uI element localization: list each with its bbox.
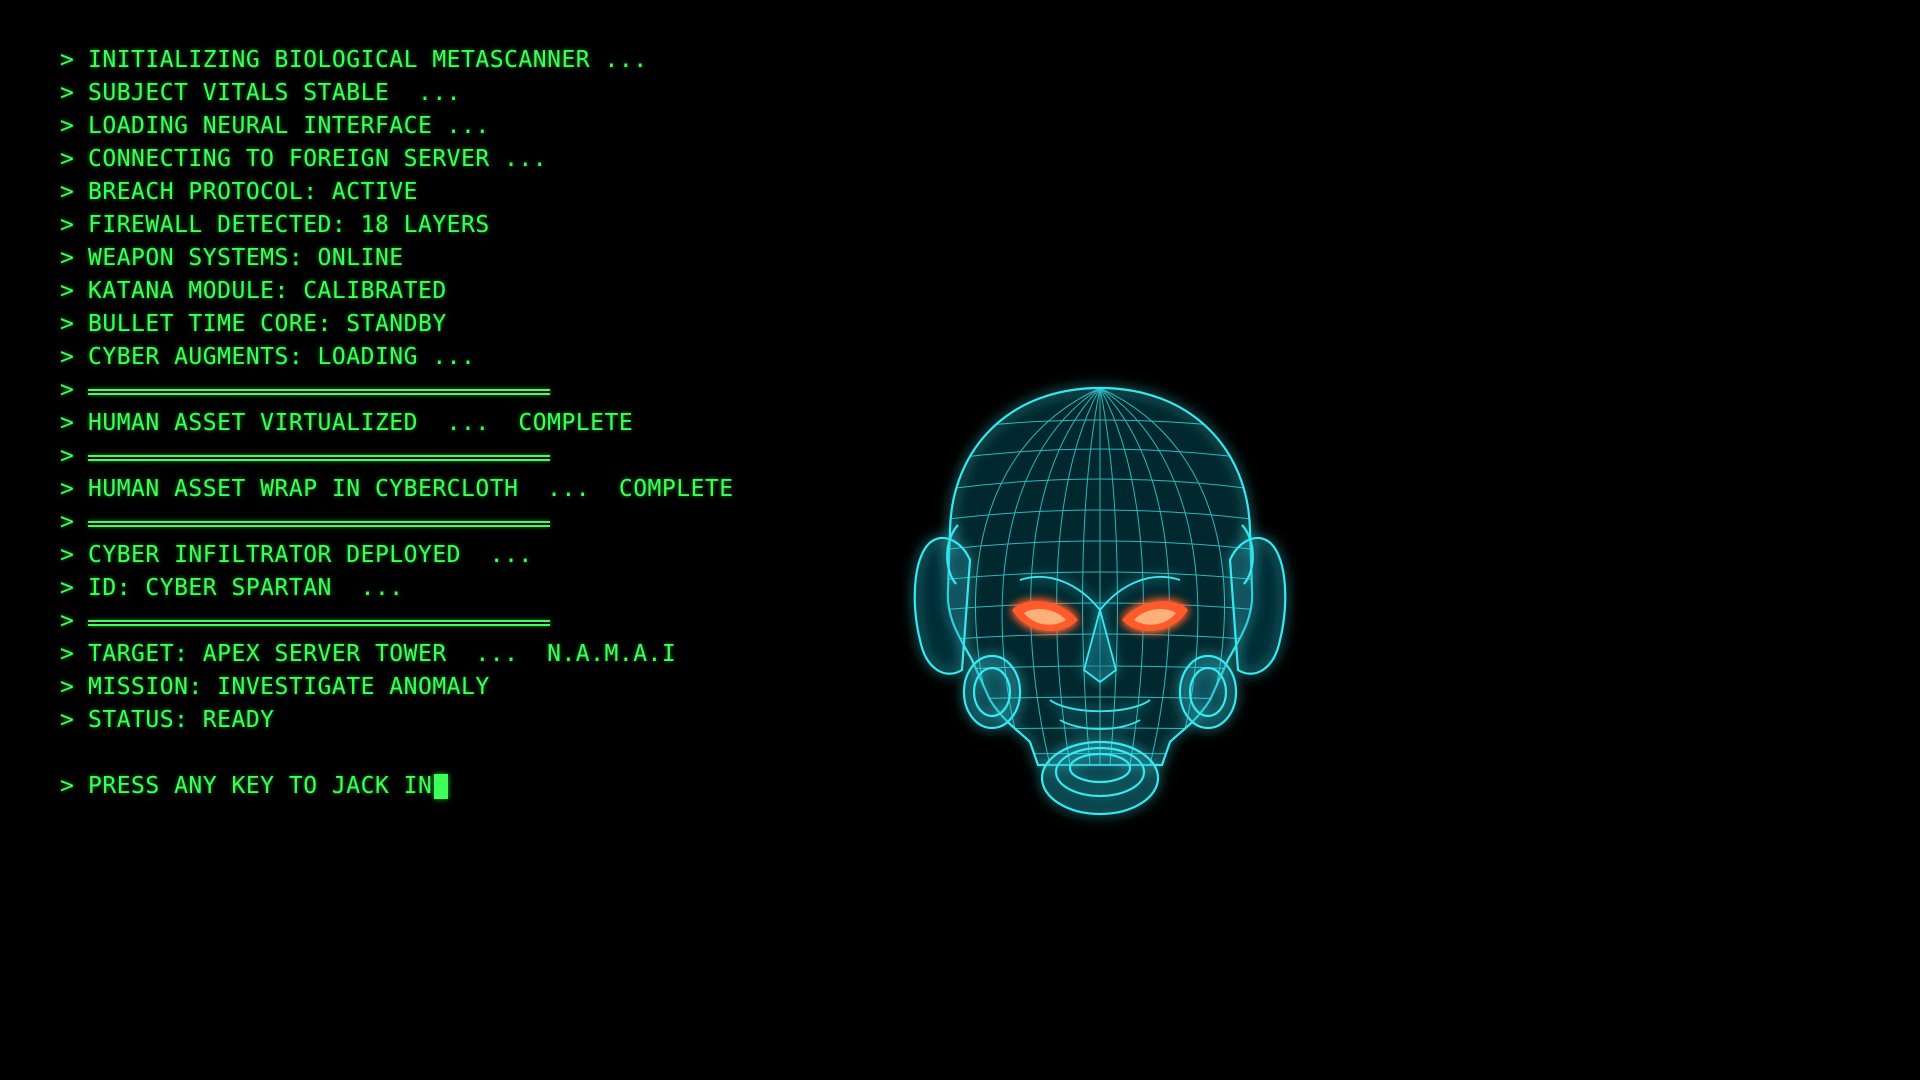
boot-terminal: > INITIALIZING BIOLOGICAL METASCANNER ...…	[60, 44, 900, 803]
prompt-symbol: >	[60, 311, 75, 337]
terminal-divider-line: >	[60, 440, 900, 473]
terminal-line: > LOADING NEURAL INTERFACE ...	[60, 110, 900, 143]
terminal-line: > HUMAN ASSET VIRTUALIZED ... COMPLETE	[60, 407, 900, 440]
mission-text: MISSION: INVESTIGATE ANOMALY	[88, 674, 490, 700]
terminal-line: > STATUS: READY	[60, 704, 900, 737]
prompt-symbol: >	[60, 575, 75, 601]
prompt-symbol: >	[60, 641, 75, 667]
prompt-symbol: >	[60, 212, 75, 238]
line-text: WEAPON SYSTEMS: ONLINE	[88, 245, 404, 271]
game-screen[interactable]: > INITIALIZING BIOLOGICAL METASCANNER ...…	[0, 0, 1920, 1080]
terminal-line: > MISSION: INVESTIGATE ANOMALY	[60, 671, 900, 704]
prompt-symbol: >	[60, 674, 75, 700]
line-text: ID: CYBER SPARTAN ...	[88, 575, 404, 601]
divider	[88, 388, 550, 395]
terminal-spacer	[60, 737, 900, 770]
terminal-line: > CYBER AUGMENTS: LOADING ...	[60, 341, 900, 374]
prompt-symbol: >	[60, 476, 75, 502]
prompt-symbol: >	[60, 773, 75, 799]
terminal-divider-line: >	[60, 374, 900, 407]
prompt-symbol: >	[60, 410, 75, 436]
terminal-line: > BREACH PROTOCOL: ACTIVE	[60, 176, 900, 209]
prompt-symbol: >	[60, 443, 75, 469]
line-text: CYBER INFILTRATOR DEPLOYED ...	[88, 542, 533, 568]
target-text: TARGET: APEX SERVER TOWER ... N.A.M.A.I	[88, 641, 677, 667]
terminal-line: > CONNECTING TO FOREIGN SERVER ...	[60, 143, 900, 176]
terminal-line: > INITIALIZING BIOLOGICAL METASCANNER ...	[60, 44, 900, 77]
terminal-divider-line: >	[60, 605, 900, 638]
line-text: CONNECTING TO FOREIGN SERVER ...	[88, 146, 548, 172]
prompt-symbol: >	[60, 608, 75, 634]
prompt-symbol: >	[60, 80, 75, 106]
line-text: KATANA MODULE: CALIBRATED	[88, 278, 447, 304]
divider	[88, 619, 550, 626]
terminal-line: > ID: CYBER SPARTAN ...	[60, 572, 900, 605]
wireframe-cyber-helmet-icon	[913, 386, 1287, 816]
line-text: INITIALIZING BIOLOGICAL METASCANNER ...	[88, 47, 648, 73]
prompt-symbol: >	[60, 707, 75, 733]
terminal-line: > FIREWALL DETECTED: 18 LAYERS	[60, 209, 900, 242]
prompt-symbol: >	[60, 179, 75, 205]
line-text: BULLET TIME CORE: STANDBY	[88, 311, 447, 337]
blinking-cursor	[434, 774, 449, 799]
prompt-symbol: >	[60, 245, 75, 271]
prompt-symbol: >	[60, 113, 75, 139]
press-key-prompt[interactable]: > PRESS ANY KEY TO JACK IN	[60, 770, 900, 803]
terminal-line: > CYBER INFILTRATOR DEPLOYED ...	[60, 539, 900, 572]
prompt-symbol: >	[60, 377, 75, 403]
terminal-line: > KATANA MODULE: CALIBRATED	[60, 275, 900, 308]
divider	[88, 454, 550, 461]
terminal-line: > BULLET TIME CORE: STANDBY	[60, 308, 900, 341]
line-text: CYBER AUGMENTS: LOADING ...	[88, 344, 476, 370]
prompt-symbol: >	[60, 509, 75, 535]
line-text: LOADING NEURAL INTERFACE ...	[88, 113, 490, 139]
line-text: BREACH PROTOCOL: ACTIVE	[88, 179, 418, 205]
divider	[88, 520, 550, 527]
press-key-text: PRESS ANY KEY TO JACK IN	[88, 773, 433, 799]
prompt-symbol: >	[60, 344, 75, 370]
terminal-line: > HUMAN ASSET WRAP IN CYBERCLOTH ... COMP…	[60, 473, 900, 506]
terminal-line: > SUBJECT VITALS STABLE ...	[60, 77, 900, 110]
terminal-divider-line: >	[60, 506, 900, 539]
prompt-symbol: >	[60, 47, 75, 73]
prompt-symbol: >	[60, 278, 75, 304]
line-text: HUMAN ASSET WRAP IN CYBERCLOTH ... COMPL…	[88, 476, 734, 502]
line-text: HUMAN ASSET VIRTUALIZED ... COMPLETE	[88, 410, 634, 436]
status-text: STATUS: READY	[88, 707, 275, 733]
prompt-symbol: >	[60, 542, 75, 568]
line-text: SUBJECT VITALS STABLE ...	[88, 80, 462, 106]
line-text: FIREWALL DETECTED: 18 LAYERS	[88, 212, 490, 238]
terminal-line: > WEAPON SYSTEMS: ONLINE	[60, 242, 900, 275]
prompt-symbol: >	[60, 146, 75, 172]
terminal-line: > TARGET: APEX SERVER TOWER ... N.A.M.A.I	[60, 638, 900, 671]
